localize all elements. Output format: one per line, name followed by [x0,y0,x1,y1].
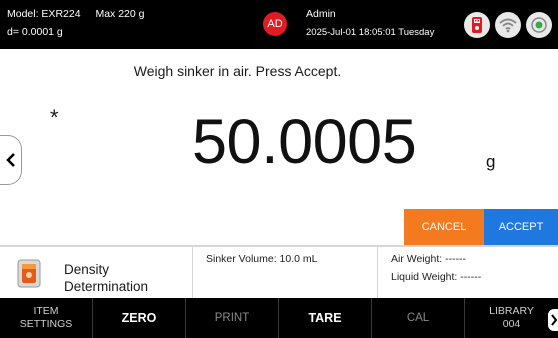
cal-label: CAL [406,311,430,324]
library-label: LIBRARY [489,305,534,317]
weight-value: 50.0005 [192,107,417,177]
air-weight: Air Weight: ------ [391,253,467,265]
liquid-weight: Liquid Weight: ------ [391,271,482,283]
chevron-left-icon [5,153,15,167]
zero-label: ZERO [121,310,157,325]
application-cell[interactable]: Density Determination [0,247,193,298]
model-label: Model: EXR224 [7,8,81,20]
item-settings-label-2: SETTINGS [19,318,73,330]
model-info: Model: EXR224 Max 220 g [7,8,145,20]
tare-label: TARE [308,310,342,325]
print-key[interactable]: PRINT [186,298,279,338]
application-name: Density Determination [64,261,184,295]
application-name-line2: Determination [64,279,149,294]
cancel-button[interactable]: CANCEL [404,209,484,245]
print-label: PRINT [214,311,250,324]
user-name: Admin [306,8,336,20]
readability-label: d= 0.0001 g [7,26,63,38]
right-panel-toggle[interactable] [548,309,558,331]
application-name-line1: Density [64,262,110,277]
chevron-right-icon [551,314,558,326]
softkey-bar: ITEM SETTINGS ZERO PRINT TARE CAL LIBRARY… [0,298,558,338]
max-capacity: Max 220 g [95,8,145,20]
weighing-display: Weigh sinker in air. Press Accept. * 50.… [0,49,558,245]
sinker-volume: Sinker Volume: 10.0 mL [206,253,318,265]
left-panel-toggle[interactable] [0,135,22,185]
info-strip: Density Determination Sinker Volume: 10.… [0,245,558,298]
library-number: 004 [502,318,521,330]
sinker-cell: Sinker Volume: 10.0 mL [193,247,378,298]
wifi-icon[interactable] [495,12,521,38]
item-settings-label-1: ITEM [33,305,59,317]
library-key[interactable]: LIBRARY 004 [465,298,558,338]
zero-key[interactable]: ZERO [93,298,186,338]
accept-button[interactable]: ACCEPT [484,209,558,245]
item-settings-key[interactable]: ITEM SETTINGS [0,298,93,338]
usb-icon[interactable] [464,12,490,38]
tare-key[interactable]: TARE [279,298,372,338]
weights-cell: Air Weight: ------ Liquid Weight: ------ [378,247,558,298]
date-time: 2025-Jul-01 18:05:01 Tuesday [306,27,435,38]
sync-icon[interactable] [526,12,552,38]
stability-indicator: * [50,105,59,130]
weight-unit: g [486,152,496,171]
instruction-text: Weigh sinker in air. Press Accept. [133,63,342,79]
cal-key[interactable]: CAL [372,298,465,338]
density-beaker-icon [17,259,43,294]
user-avatar[interactable]: AD [263,12,287,36]
top-status-bar: Model: EXR224 Max 220 g d= 0.0001 g AD A… [0,0,558,49]
